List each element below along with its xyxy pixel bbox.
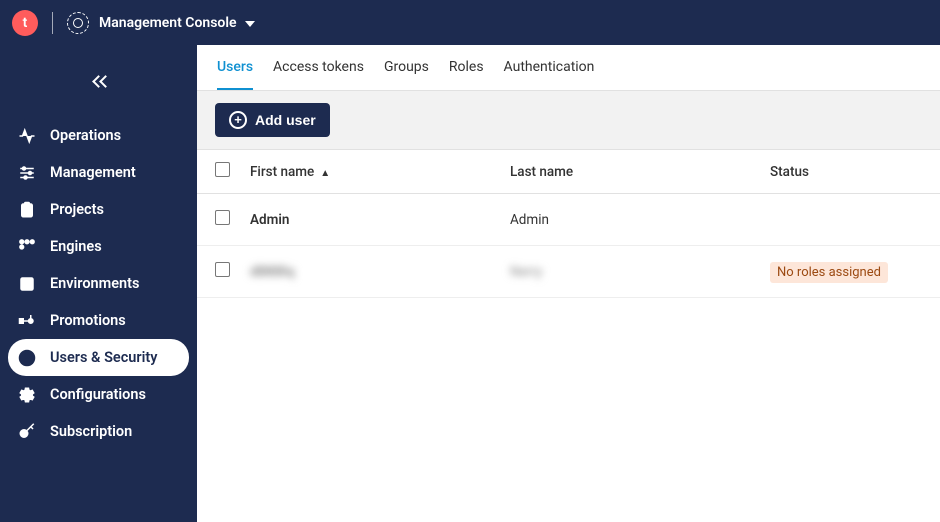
sidebar-item-label: Configurations xyxy=(50,386,146,403)
tab-roles[interactable]: Roles xyxy=(449,59,484,90)
compass-icon xyxy=(67,12,89,34)
toolbar: Add user xyxy=(197,91,940,150)
table-row[interactable]: Admin Admin xyxy=(197,194,940,246)
sidebar-item-label: Projects xyxy=(50,201,104,218)
column-status[interactable]: Status xyxy=(760,150,940,194)
activity-icon xyxy=(18,127,36,145)
add-user-button[interactable]: Add user xyxy=(215,103,330,137)
chevron-down-icon[interactable] xyxy=(245,21,255,27)
gear-icon xyxy=(18,386,36,404)
column-first-name[interactable]: First name▲ xyxy=(240,150,500,194)
sidebar-item-promotions[interactable]: Promotions xyxy=(8,302,189,339)
row-checkbox[interactable] xyxy=(215,210,230,225)
sidebar-item-label: Subscription xyxy=(50,423,132,440)
console-title[interactable]: Management Console xyxy=(99,15,237,31)
status-badge: No roles assigned xyxy=(770,262,888,283)
sidebar: Operations Management Projects xyxy=(0,45,197,522)
flow-icon xyxy=(18,312,36,330)
cell-last-name: Nerry xyxy=(510,264,542,280)
tab-access-tokens[interactable]: Access tokens xyxy=(273,59,364,90)
sidebar-item-label: Users & Security xyxy=(50,349,157,366)
sidebar-item-label: Management xyxy=(50,164,136,181)
sidebar-item-users-security[interactable]: Users & Security xyxy=(8,339,189,376)
add-user-label: Add user xyxy=(255,112,316,128)
users-table: First name▲ Last name Status Admin Admin xyxy=(197,150,940,298)
table-row[interactable]: dBBBlq Nerry No roles assigned xyxy=(197,246,940,298)
cell-last-name: Admin xyxy=(510,212,549,228)
topbar: t Management Console xyxy=(0,0,940,45)
sidebar-item-projects[interactable]: Projects xyxy=(8,191,189,228)
sidebar-item-label: Environments xyxy=(50,275,139,292)
sidebar-item-configurations[interactable]: Configurations xyxy=(8,376,189,413)
tab-groups[interactable]: Groups xyxy=(384,59,429,90)
sidebar-item-engines[interactable]: Engines xyxy=(8,228,189,265)
tab-authentication[interactable]: Authentication xyxy=(504,59,595,90)
select-all-checkbox[interactable] xyxy=(215,162,230,177)
cell-first-name: Admin xyxy=(250,212,289,228)
sidebar-item-management[interactable]: Management xyxy=(8,154,189,191)
clipboard-icon xyxy=(18,201,36,219)
plus-circle-icon xyxy=(229,111,247,129)
sidebar-item-label: Engines xyxy=(50,238,102,255)
sliders-icon xyxy=(18,164,36,182)
sort-ascending-icon: ▲ xyxy=(320,168,330,179)
divider xyxy=(52,12,53,34)
tab-users[interactable]: Users xyxy=(217,59,253,90)
key-icon xyxy=(18,423,36,441)
product-logo[interactable]: t xyxy=(12,10,38,36)
user-circle-icon xyxy=(18,349,36,367)
sidebar-item-label: Operations xyxy=(50,127,121,144)
grid-icon xyxy=(18,238,36,256)
row-checkbox[interactable] xyxy=(215,262,230,277)
sidebar-item-subscription[interactable]: Subscription xyxy=(8,413,189,450)
column-last-name[interactable]: Last name xyxy=(500,150,760,194)
sidebar-item-environments[interactable]: Environments xyxy=(8,265,189,302)
sidebar-item-label: Promotions xyxy=(50,312,126,329)
main-content: Users Access tokens Groups Roles Authent… xyxy=(197,45,940,522)
layers-icon xyxy=(18,275,36,293)
collapse-sidebar-icon[interactable] xyxy=(90,72,108,90)
tab-bar: Users Access tokens Groups Roles Authent… xyxy=(197,45,940,91)
sidebar-item-operations[interactable]: Operations xyxy=(8,117,189,154)
cell-first-name: dBBBlq xyxy=(250,264,294,280)
